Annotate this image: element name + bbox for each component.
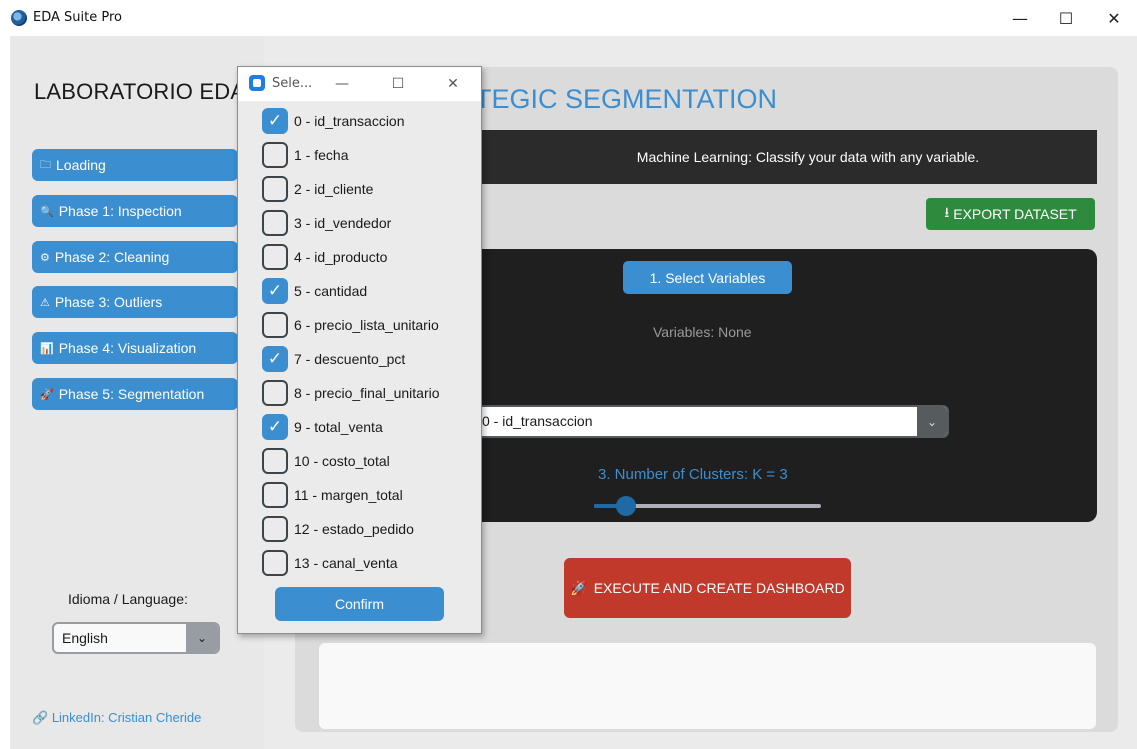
linkedin-label: LinkedIn: Cristian Cheride bbox=[51, 710, 202, 725]
execute-label: EXECUTE AND CREATE DASHBOARD bbox=[593, 580, 845, 596]
rocket-icon: 🚀 bbox=[40, 387, 54, 401]
language-value: English bbox=[62, 630, 108, 646]
variables-status: Variables: None bbox=[653, 324, 752, 340]
select-variables-button[interactable]: 1. Select Variables bbox=[623, 261, 792, 294]
dialog-minimize-button[interactable]: — bbox=[322, 72, 362, 96]
window-title: EDA Suite Pro bbox=[33, 10, 122, 25]
checkbox-unchecked[interactable] bbox=[262, 380, 288, 406]
variable-option[interactable]: ✓ 5 - cantidad bbox=[262, 278, 367, 304]
clusters-label: 3. Number of Clusters: K = 3 bbox=[598, 466, 788, 483]
option-label: 5 - cantidad bbox=[294, 283, 368, 299]
checkbox-unchecked[interactable] bbox=[262, 244, 288, 270]
option-label: 11 - margen_total bbox=[294, 487, 403, 503]
export-dataset-button[interactable]: ⭳ EXPORT DATASET bbox=[926, 198, 1095, 230]
checkbox-unchecked[interactable] bbox=[262, 550, 288, 576]
chevron-down-icon[interactable]: ⌄ bbox=[186, 624, 218, 652]
select-variables-dialog: Sele... — ☐ ✕ ✓ 0 - id_transaccion 1 - fec… bbox=[237, 66, 482, 634]
checkbox-checked[interactable]: ✓ bbox=[262, 278, 288, 304]
option-label: 6 - precio_lista_unitario bbox=[294, 317, 439, 333]
option-label: 10 - costo_total bbox=[294, 453, 390, 469]
clusters-slider[interactable] bbox=[594, 496, 821, 516]
variable-option[interactable]: 4 - id_producto bbox=[262, 244, 387, 270]
variable-option[interactable]: 11 - margen_total bbox=[262, 482, 403, 508]
checkbox-unchecked[interactable] bbox=[262, 312, 288, 338]
variable-option[interactable]: ✓ 9 - total_venta bbox=[262, 414, 383, 440]
variable-option[interactable]: 3 - id_vendedor bbox=[262, 210, 391, 236]
download-icon: ⭳ bbox=[944, 204, 950, 220]
variable-option[interactable]: 10 - costo_total bbox=[262, 448, 390, 474]
app-globe-icon bbox=[11, 10, 27, 26]
maximize-button[interactable]: ☐ bbox=[1043, 4, 1089, 32]
dialog-close-button[interactable]: ✕ bbox=[433, 72, 473, 96]
nav-label: Phase 2: Cleaning bbox=[54, 249, 170, 265]
variable-option[interactable]: 1 - fecha bbox=[262, 142, 348, 168]
nav-label: Loading bbox=[56, 157, 106, 173]
option-label: 7 - descuento_pct bbox=[294, 351, 406, 367]
banner-text: Machine Learning: Classify your data wit… bbox=[636, 149, 980, 165]
variable-option[interactable]: 8 - precio_final_unitario bbox=[262, 380, 440, 406]
dialog-title: Sele... bbox=[272, 76, 313, 91]
option-label: 12 - estado_pedido bbox=[294, 521, 414, 537]
variable-option[interactable]: 12 - estado_pedido bbox=[262, 516, 414, 542]
sidebar-title: LABORATORIO EDA bbox=[34, 79, 246, 104]
dialog-titlebar: Sele... — ☐ ✕ bbox=[238, 67, 481, 101]
export-label: EXPORT DATASET bbox=[953, 206, 1077, 222]
warning-icon: ⚠ bbox=[40, 295, 50, 309]
checkbox-checked[interactable]: ✓ bbox=[262, 414, 288, 440]
checkbox-unchecked[interactable] bbox=[262, 482, 288, 508]
option-label: 0 - id_transaccion bbox=[294, 113, 405, 129]
nav-button-loading[interactable]: 🗀 Loading bbox=[32, 149, 238, 181]
nav-label: Phase 1: Inspection bbox=[58, 203, 182, 219]
language-label: Idioma / Language: bbox=[68, 591, 188, 607]
option-label: 8 - precio_final_unitario bbox=[294, 385, 440, 401]
checkbox-unchecked[interactable] bbox=[262, 142, 288, 168]
bar-chart-icon: 📊 bbox=[40, 341, 54, 355]
gear-icon: ⚙ bbox=[40, 250, 50, 264]
checkbox-checked[interactable]: ✓ bbox=[262, 346, 288, 372]
nav-label: Phase 5: Segmentation bbox=[58, 386, 205, 402]
language-dropdown[interactable]: English ⌄ bbox=[52, 622, 220, 654]
output-textbox[interactable] bbox=[319, 643, 1096, 729]
checkbox-unchecked[interactable] bbox=[262, 210, 288, 236]
target-variable-dropdown[interactable]: 0 - id_transaccion ⌄ bbox=[470, 405, 949, 438]
sidebar: LABORATORIO EDA 🗀 Loading 🔍 Phase 1: Ins… bbox=[10, 36, 264, 749]
nav-button-inspection[interactable]: 🔍 Phase 1: Inspection bbox=[32, 195, 238, 227]
search-icon: 🔍 bbox=[40, 204, 54, 218]
dialog-maximize-button[interactable]: ☐ bbox=[378, 72, 418, 96]
checkbox-unchecked[interactable] bbox=[262, 448, 288, 474]
nav-label: Phase 3: Outliers bbox=[54, 294, 163, 310]
nav-label: Phase 4: Visualization bbox=[58, 340, 197, 356]
variable-option[interactable]: ✓ 0 - id_transaccion bbox=[262, 108, 405, 134]
close-button[interactable]: ✕ bbox=[1091, 4, 1137, 32]
option-label: 13 - canal_venta bbox=[294, 555, 398, 571]
nav-button-outliers[interactable]: ⚠ Phase 3: Outliers bbox=[32, 286, 238, 318]
checkbox-checked[interactable]: ✓ bbox=[262, 108, 288, 134]
checkbox-unchecked[interactable] bbox=[262, 176, 288, 202]
variable-option[interactable]: ✓ 7 - descuento_pct bbox=[262, 346, 405, 372]
option-label: 2 - id_cliente bbox=[294, 181, 374, 197]
option-label: 3 - id_vendedor bbox=[294, 215, 392, 231]
execute-dashboard-button[interactable]: 🚀 EXECUTE AND CREATE DASHBOARD bbox=[564, 558, 851, 618]
nav-button-segmentation[interactable]: 🚀 Phase 5: Segmentation bbox=[32, 378, 238, 410]
checkbox-unchecked[interactable] bbox=[262, 516, 288, 542]
confirm-button[interactable]: Confirm bbox=[275, 587, 444, 621]
slider-thumb[interactable] bbox=[615, 496, 636, 516]
option-label: 1 - fecha bbox=[294, 147, 349, 163]
chevron-down-icon[interactable]: ⌄ bbox=[917, 407, 947, 436]
variable-option[interactable]: 13 - canal_venta bbox=[262, 550, 398, 576]
minimize-button[interactable]: — bbox=[997, 4, 1043, 32]
option-label: 4 - id_producto bbox=[294, 249, 388, 265]
folder-icon: 🗀 bbox=[40, 157, 51, 171]
target-variable-value: 0 - id_transaccion bbox=[482, 413, 593, 429]
window-titlebar: EDA Suite Pro — ☐ ✕ bbox=[0, 0, 1137, 36]
link-icon: 🔗 bbox=[32, 710, 49, 725]
nav-button-cleaning[interactable]: ⚙ Phase 2: Cleaning bbox=[32, 241, 238, 273]
option-label: 9 - total_venta bbox=[294, 419, 383, 435]
variable-option[interactable]: 6 - precio_lista_unitario bbox=[262, 312, 439, 338]
nav-button-visualization[interactable]: 📊 Phase 4: Visualization bbox=[32, 332, 238, 364]
rocket-icon: 🚀 bbox=[570, 579, 588, 596]
linkedin-link[interactable]: 🔗 LinkedIn: Cristian Cheride bbox=[32, 710, 201, 726]
variable-option[interactable]: 2 - id_cliente bbox=[262, 176, 373, 202]
app-icon bbox=[249, 75, 265, 91]
